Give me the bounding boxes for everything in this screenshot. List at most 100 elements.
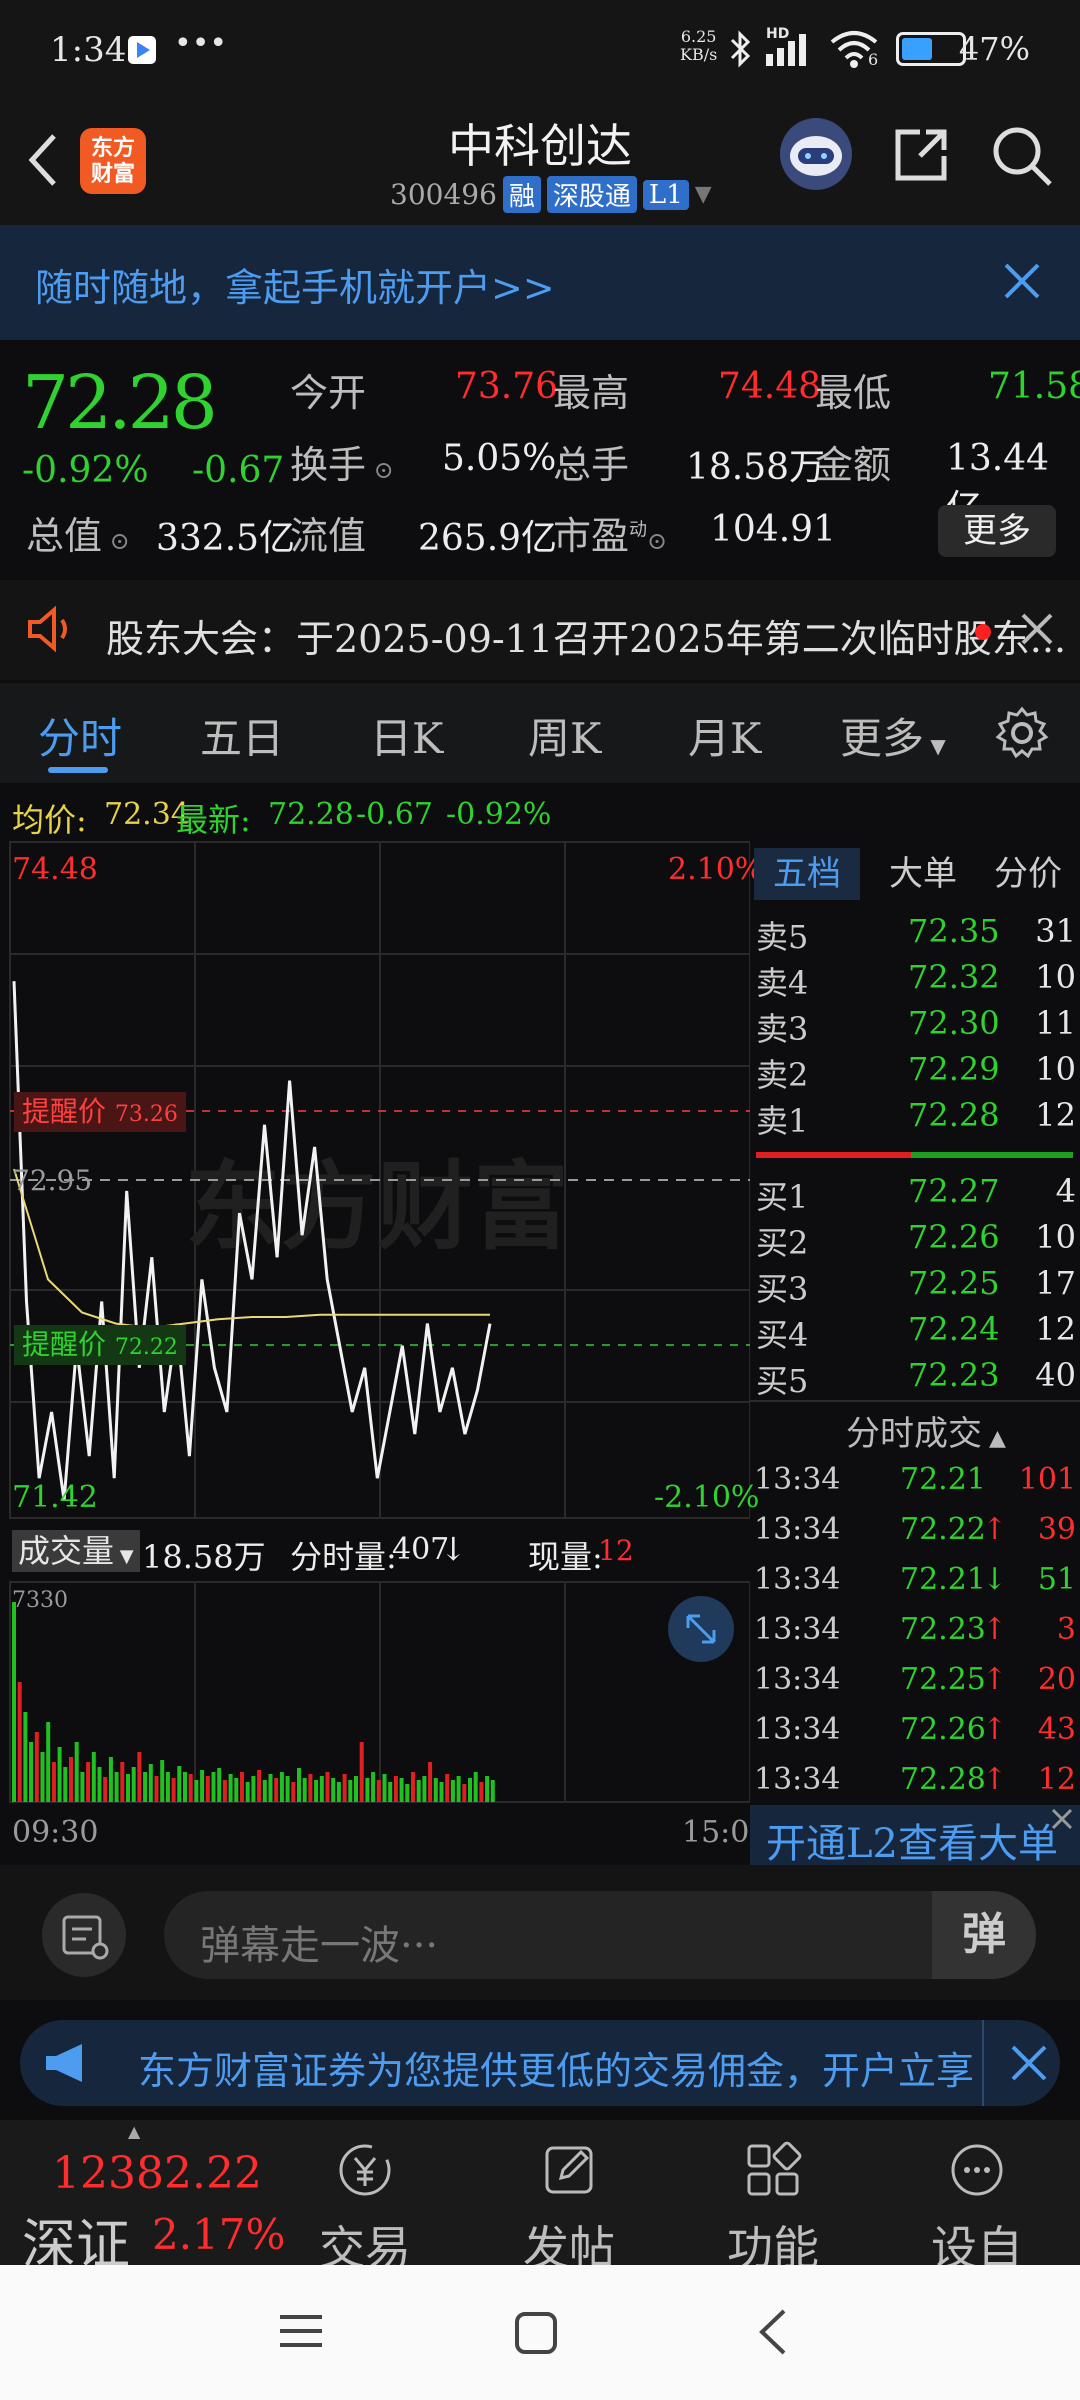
index-ticker[interactable]: ▲ 12382.22 深证 2.17% bbox=[0, 2120, 290, 2276]
bid-ratio-bar bbox=[911, 1152, 1073, 1158]
volume-bar bbox=[371, 1772, 376, 1802]
volume-bar bbox=[325, 1772, 330, 1802]
turnover-label[interactable]: 换手 ⊙ bbox=[290, 434, 394, 489]
volume-bar bbox=[131, 1767, 136, 1802]
search-icon[interactable] bbox=[990, 124, 1054, 192]
volume-label: 总手 bbox=[553, 443, 630, 487]
l2-upgrade-banner[interactable]: 开通L2查看大单 bbox=[750, 1805, 1080, 1867]
ask-row[interactable]: 卖5 72.35 31 bbox=[750, 912, 1080, 958]
settings-icon[interactable] bbox=[994, 705, 1050, 765]
stock-code-line[interactable]: 300496 融 深股通 L1 ▼ bbox=[390, 176, 712, 213]
level-label: 买3 bbox=[756, 1270, 809, 1308]
volume-bar bbox=[416, 1780, 421, 1802]
nav-trade[interactable]: 交易 bbox=[305, 2140, 425, 2278]
volume-bar bbox=[97, 1767, 102, 1802]
promo-banner[interactable]: 东方财富证券为您提供更低的交易佣金，开户立享 bbox=[20, 2020, 1060, 2106]
close-icon[interactable] bbox=[1002, 261, 1042, 305]
tab-five-levels[interactable]: 五档 bbox=[754, 848, 860, 900]
bid-row[interactable]: 买4 72.24 12 bbox=[750, 1310, 1080, 1356]
tab-weekly-k[interactable]: 周K bbox=[528, 705, 601, 766]
ask-row[interactable]: 卖3 72.30 11 bbox=[750, 1004, 1080, 1050]
danmu-list-icon[interactable] bbox=[42, 1893, 126, 1977]
volume-bar bbox=[291, 1782, 296, 1802]
tab-intraday[interactable]: 分时 bbox=[38, 705, 122, 766]
axis-top-price: 74.48 bbox=[12, 852, 98, 887]
current-volume-label: 现量: bbox=[528, 1538, 603, 1576]
volume-bar bbox=[485, 1776, 490, 1802]
tab-more[interactable]: 更多 ▼ bbox=[840, 705, 946, 766]
danmu-send-button[interactable]: 弹 bbox=[932, 1891, 1036, 1979]
trade-volume: 51 bbox=[1037, 1562, 1076, 1597]
level-volume: 31 bbox=[1035, 912, 1076, 950]
tab-price-distribution[interactable]: 分价 bbox=[980, 848, 1076, 900]
expand-icon[interactable] bbox=[668, 1596, 734, 1662]
ask-row[interactable]: 卖2 72.29 10 bbox=[750, 1050, 1080, 1096]
bid-row[interactable]: 买1 72.27 4 bbox=[750, 1172, 1080, 1218]
level-price: 72.35 bbox=[908, 912, 1000, 950]
bid-row[interactable]: 买5 72.23 40 bbox=[750, 1356, 1080, 1402]
intraday-chart[interactable]: 东方财富 74.48 2.10% 71.42 -2.10% 72.95 提醒价 … bbox=[0, 840, 763, 1520]
ref-price: 72.95 bbox=[12, 1164, 93, 1197]
close-icon[interactable] bbox=[1050, 1807, 1074, 1835]
home-icon[interactable] bbox=[514, 2311, 558, 2359]
level-label: 买5 bbox=[756, 1362, 809, 1400]
level-volume: 12 bbox=[1035, 1310, 1076, 1348]
trade-row: 13:34 72.28 ↑ 12 bbox=[750, 1762, 1080, 1808]
tab-daily-k[interactable]: 日K bbox=[370, 705, 443, 766]
stock-code: 300496 bbox=[390, 178, 497, 211]
change-pct: -0.92% bbox=[22, 450, 149, 491]
more-button[interactable]: 更多 bbox=[938, 505, 1056, 557]
bid-row[interactable]: 买3 72.25 17 bbox=[750, 1264, 1080, 1310]
robot-assistant-icon[interactable] bbox=[780, 118, 852, 190]
connect-tag: 深股通 bbox=[546, 176, 637, 213]
share-icon[interactable] bbox=[890, 124, 952, 190]
tab-monthly-k[interactable]: 月K bbox=[688, 705, 761, 766]
trade-price: 72.23 bbox=[900, 1612, 986, 1647]
tab-five-day[interactable]: 五日 bbox=[200, 705, 284, 766]
volume-bar bbox=[165, 1772, 170, 1802]
level-price: 72.29 bbox=[908, 1050, 1000, 1088]
pe-label[interactable]: 市盈动⊙ bbox=[553, 505, 667, 560]
nav-functions[interactable]: 功能 bbox=[713, 2140, 833, 2278]
volume-bar bbox=[445, 1774, 450, 1802]
banner-text[interactable]: 随时随地，拿起手机就开户>> bbox=[35, 257, 555, 312]
alert-high-tag[interactable]: 提醒价 73.26 bbox=[14, 1092, 186, 1132]
l2-upgrade-text[interactable]: 开通L2查看大单 bbox=[766, 1811, 1058, 1869]
open-account-banner[interactable]: 随时随地，拿起手机就开户>> bbox=[0, 225, 1080, 340]
volume-bar bbox=[57, 1747, 62, 1802]
status-bar: 1:34 ••• 6.25 KB/s HD 6 47% bbox=[0, 0, 1080, 100]
volume-bar bbox=[268, 1774, 273, 1802]
volume-bar bbox=[456, 1776, 461, 1802]
volume-bar bbox=[171, 1778, 176, 1802]
level-label: 买4 bbox=[756, 1316, 809, 1354]
trades-title[interactable]: 分时成交 ▲ bbox=[846, 1406, 1006, 1455]
back-icon[interactable] bbox=[756, 2307, 790, 2361]
recent-apps-icon[interactable] bbox=[278, 2311, 324, 2355]
bid-row[interactable]: 买2 72.26 10 bbox=[750, 1218, 1080, 1264]
mktcap-label[interactable]: 总值 ⊙ bbox=[26, 505, 130, 560]
volume-bar bbox=[126, 1774, 130, 1802]
danmu-input[interactable]: 弹幕走一波··· 弹 bbox=[164, 1891, 1036, 1979]
volume-selector[interactable]: 成交量 ▼ bbox=[12, 1530, 140, 1572]
close-icon[interactable] bbox=[1010, 2044, 1048, 2086]
volume-bar bbox=[257, 1770, 262, 1802]
notice-bar[interactable]: 股东大会：于2025-09-11召开2025年第二次临时股东... bbox=[0, 580, 1080, 680]
volume-bar bbox=[194, 1780, 199, 1802]
ask-row[interactable]: 卖4 72.32 10 bbox=[750, 958, 1080, 1004]
ask-row[interactable]: 卖1 72.28 12 bbox=[750, 1096, 1080, 1142]
close-icon[interactable] bbox=[1020, 612, 1054, 650]
nav-post[interactable]: 发帖 bbox=[509, 2140, 629, 2278]
alert-low-tag[interactable]: 提醒价 72.22 bbox=[14, 1325, 186, 1365]
level-tag: L1 bbox=[642, 179, 689, 210]
notice-text[interactable]: 股东大会：于2025-09-11召开2025年第二次临时股东... bbox=[106, 608, 1066, 663]
volume-bar bbox=[69, 1757, 73, 1802]
caret-down-icon: ▼ bbox=[924, 734, 946, 758]
trade-price: 72.28 bbox=[900, 1762, 986, 1797]
current-volume: 12 bbox=[598, 1534, 634, 1567]
tab-big-orders[interactable]: 大单 bbox=[878, 848, 968, 900]
latest-value: 72.28 bbox=[268, 797, 354, 832]
change-value: -0.67 bbox=[192, 450, 285, 491]
promo-text[interactable]: 东方财富证券为您提供更低的交易佣金，开户立享 bbox=[138, 2040, 978, 2095]
volume-max: 7330 bbox=[12, 1588, 68, 1613]
tick-volume-label: 分时量: bbox=[290, 1538, 397, 1576]
